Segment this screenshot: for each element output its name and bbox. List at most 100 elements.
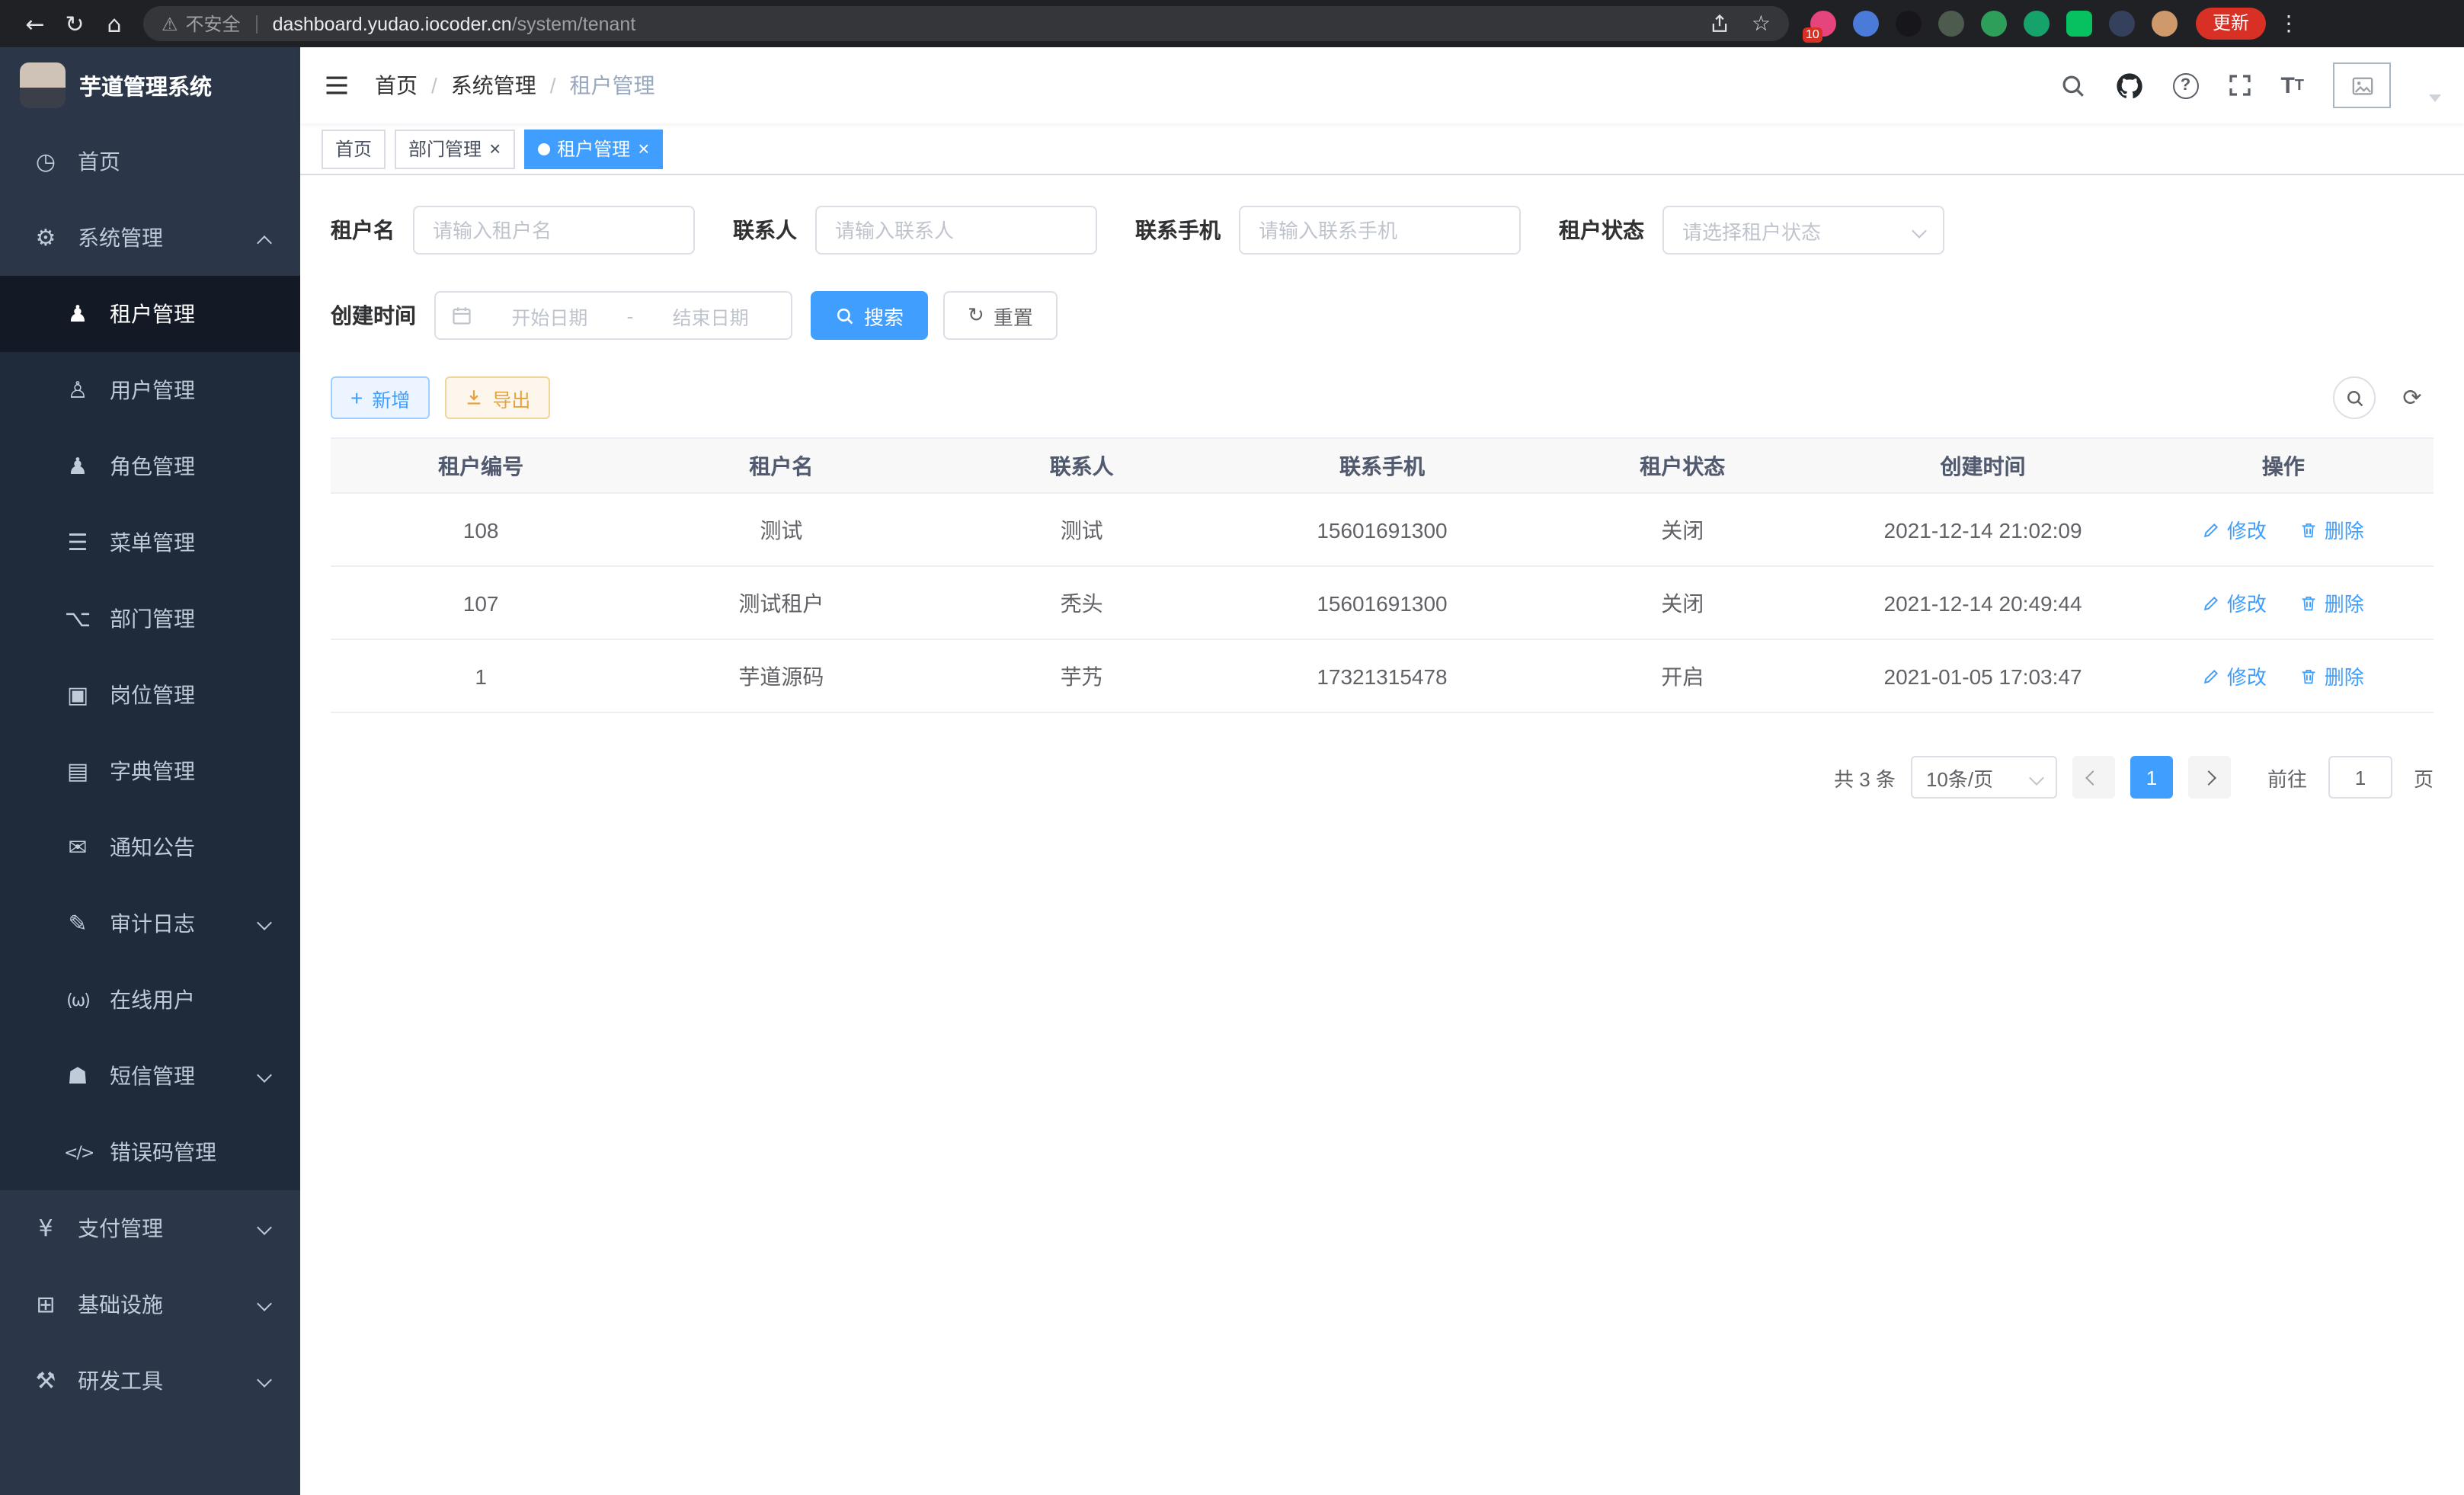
- extension-olive-icon[interactable]: [1938, 11, 1964, 37]
- extension-wechat-green-icon[interactable]: [2066, 11, 2092, 37]
- tenant-name-input[interactable]: [413, 206, 695, 255]
- status-select[interactable]: 请选择租户状态: [1662, 206, 1944, 255]
- breadcrumb-item[interactable]: 系统管理: [451, 70, 536, 101]
- cell-actions: 修改 删除: [2133, 493, 2434, 566]
- sidebar-item-研发工具[interactable]: ⚒研发工具: [0, 1343, 300, 1419]
- sidebar-item-岗位管理[interactable]: ▣岗位管理: [0, 657, 300, 733]
- help-icon[interactable]: ?: [2172, 72, 2198, 98]
- sidebar-item-短信管理[interactable]: ☗短信管理: [0, 1038, 300, 1114]
- tab-租户管理[interactable]: 租户管理×: [523, 129, 663, 168]
- sidebar: 芋道管理系统 ◷首页⚙系统管理♟租户管理♙用户管理 ♟ 角色管理 ☰菜单管理⌥部门管理…: [0, 47, 300, 1495]
- cell-tenant-id: 107: [331, 566, 631, 639]
- page-number-1[interactable]: 1: [2130, 756, 2173, 799]
- export-button[interactable]: 导出: [445, 376, 550, 419]
- prev-page-button[interactable]: [2072, 756, 2115, 799]
- sidebar-item-部门管理[interactable]: ⌥部门管理: [0, 581, 300, 657]
- breadcrumb-item[interactable]: 首页: [375, 70, 418, 101]
- delete-link[interactable]: 删除: [2300, 515, 2364, 544]
- add-button[interactable]: + 新增: [331, 376, 430, 419]
- sidebar-item-首页[interactable]: ◷首页: [0, 123, 300, 200]
- sidebar-item-label: 系统管理: [78, 222, 163, 253]
- contact-input[interactable]: [815, 206, 1097, 255]
- edit-link[interactable]: 修改: [2203, 661, 2267, 690]
- sidebar-item-错误码管理[interactable]: </>错误码管理: [0, 1114, 300, 1190]
- search-button[interactable]: 搜索: [811, 291, 928, 340]
- refresh-table-icon-button[interactable]: ⟳: [2391, 376, 2434, 419]
- extension-black-icon[interactable]: [1896, 11, 1922, 37]
- sidebar-item-租户管理[interactable]: ♟租户管理: [0, 276, 300, 352]
- chevron-right-icon: [2202, 770, 2217, 785]
- delete-link[interactable]: 删除: [2300, 661, 2364, 690]
- sidebar-item-label: 角色管理: [110, 451, 195, 482]
- extension-teal-green-icon[interactable]: [2024, 11, 2050, 37]
- dashboard-icon: ◷: [32, 148, 59, 175]
- chevron-down-icon: [257, 1068, 272, 1083]
- date-start-placeholder[interactable]: 开始日期: [485, 301, 615, 330]
- user-dropdown-caret-icon[interactable]: [2429, 94, 2441, 101]
- sidebar-item-字典管理[interactable]: ▤字典管理: [0, 733, 300, 809]
- sidebar-item-通知公告[interactable]: ✉通知公告: [0, 809, 300, 885]
- breadcrumb-item: 租户管理: [570, 70, 655, 101]
- cell-tenant-name: 测试租户: [631, 566, 931, 639]
- extension-pink-icon[interactable]: 10: [1810, 11, 1836, 37]
- cell-status: 关闭: [1532, 493, 1832, 566]
- user-avatar[interactable]: [2333, 62, 2391, 108]
- bookmark-star-icon[interactable]: ☆: [1752, 11, 1771, 36]
- reset-button[interactable]: ↻ 重置: [943, 291, 1058, 340]
- toggle-search-icon-button[interactable]: [2333, 376, 2376, 419]
- sidebar-item-系统管理[interactable]: ⚙系统管理: [0, 200, 300, 276]
- pagination: 共 3 条 10条/页 1 前往 页: [331, 756, 2434, 799]
- column-header-租户名: 租户名: [631, 438, 931, 493]
- font-size-icon[interactable]: TT: [2280, 72, 2304, 98]
- header-search-icon[interactable]: [2059, 72, 2085, 98]
- sidebar-item-审计日志[interactable]: ✎审计日志: [0, 885, 300, 962]
- browser-reload-icon[interactable]: ↻: [55, 10, 94, 37]
- chrome-update-button[interactable]: 更新: [2196, 8, 2266, 40]
- date-range-picker[interactable]: 开始日期 - 结束日期: [434, 291, 792, 340]
- sidebar-item-支付管理[interactable]: ¥支付管理: [0, 1190, 300, 1266]
- goto-page-input[interactable]: [2328, 756, 2392, 799]
- phone-input[interactable]: [1239, 206, 1521, 255]
- column-header-租户编号: 租户编号: [331, 438, 631, 493]
- delete-link[interactable]: 删除: [2300, 588, 2364, 617]
- share-icon[interactable]: [1710, 14, 1730, 34]
- page-url: dashboard.yudao.iocoder.cn/system/tenant: [273, 10, 636, 37]
- browser-profile-avatar[interactable]: [2152, 11, 2178, 37]
- contact-label: 联系人: [733, 215, 797, 245]
- app-logo[interactable]: 芋道管理系统: [0, 47, 300, 123]
- tab-close-icon[interactable]: ×: [489, 139, 501, 158]
- sidebar-menu: ◷首页⚙系统管理♟租户管理♙用户管理 ♟ 角色管理 ☰菜单管理⌥部门管理▣岗位管理▤字…: [0, 123, 300, 1419]
- browser-home-icon[interactable]: ⌂: [94, 10, 134, 37]
- cell-contact: 芋艿: [932, 639, 1232, 712]
- edit-link[interactable]: 修改: [2203, 515, 2267, 544]
- cell-contact: 秃头: [932, 566, 1232, 639]
- tab-首页[interactable]: 首页: [322, 129, 386, 168]
- edit-link[interactable]: 修改: [2203, 588, 2267, 617]
- sidebar-item-菜单管理[interactable]: ☰菜单管理: [0, 504, 300, 581]
- sidebar-toggle-icon[interactable]: [323, 72, 350, 99]
- fullscreen-icon[interactable]: [2227, 73, 2251, 98]
- extension-green-icon[interactable]: [1981, 11, 2007, 37]
- page-size-select[interactable]: 10条/页: [1911, 756, 2057, 799]
- extension-blue-icon[interactable]: [1853, 11, 1879, 37]
- sidebar-item-在线用户[interactable]: (ω)在线用户: [0, 962, 300, 1038]
- cell-tenant-name: 测试: [631, 493, 931, 566]
- column-header-操作: 操作: [2133, 438, 2434, 493]
- next-page-button[interactable]: [2188, 756, 2231, 799]
- roles-icon: ♟: [64, 453, 91, 480]
- extension-dark-pinwheel-icon[interactable]: [2109, 11, 2135, 37]
- github-icon[interactable]: [2114, 71, 2143, 100]
- sidebar-item-用户管理[interactable]: ♙用户管理: [0, 352, 300, 428]
- tab-部门管理[interactable]: 部门管理×: [395, 129, 514, 168]
- browser-menu-icon[interactable]: ⋮: [2278, 11, 2299, 36]
- top-navbar: 首页/系统管理/租户管理 ? TT: [300, 47, 2464, 123]
- browser-back-icon[interactable]: ←: [15, 10, 55, 37]
- sidebar-item-角色管理[interactable]: ♟ 角色管理: [0, 428, 300, 504]
- cell-created-time: 2021-01-05 17:03:47: [1832, 639, 2133, 712]
- address-bar[interactable]: ⚠ 不安全 dashboard.yudao.iocoder.cn/system/…: [143, 6, 1789, 41]
- date-end-placeholder[interactable]: 结束日期: [645, 301, 776, 330]
- tab-close-icon[interactable]: ×: [638, 139, 649, 158]
- security-label[interactable]: 不安全: [186, 11, 241, 37]
- cell-status: 开启: [1532, 639, 1832, 712]
- sidebar-item-基础设施[interactable]: ⊞基础设施: [0, 1266, 300, 1343]
